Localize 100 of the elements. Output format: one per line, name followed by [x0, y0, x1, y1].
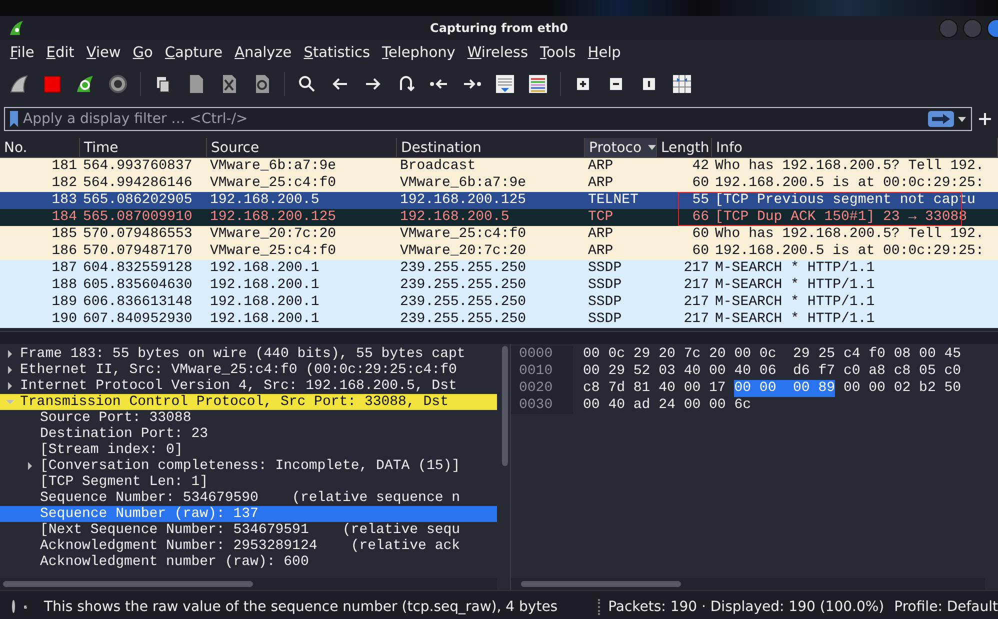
tree-item[interactable]: Acknowledgment number (raw): 600	[0, 554, 497, 570]
packet-row[interactable]: 182 564.994286146 VMware_25:c4:f0 VMware_6b:a7:9e ARP 60 192.168.200.5 is at 00:0c:29:25:	[0, 175, 998, 192]
tree-item[interactable]: Ethernet II, Src: VMware_25:c4:f0 (00:0c:29:25:c4:f0	[0, 362, 497, 378]
table-cell-text: 188	[50, 277, 78, 294]
packet-row[interactable]: 189 606.836613148 192.168.200.1 239.255.255.250 SSDP 217 M-SEARCH * HTTP/1.1	[0, 294, 998, 311]
table-cell-text: 192.168.200.5 is at 00:0c:29:25:	[714, 243, 985, 260]
table-cell-text: 607.840952930	[82, 311, 194, 328]
shark-fin-icon[interactable]	[8, 73, 30, 95]
apply-filter-button[interactable]	[928, 111, 954, 127]
display-filter-input[interactable]: Apply a display filter … <Ctrl-/>	[23, 111, 928, 127]
selected-bytes[interactable]: 00 00 00 89	[734, 380, 836, 397]
packet-row[interactable]: 181 564.993760837 VMware_6b:a7:9e Broadcast ARP 42 Who has 192.168.200.5? Tell 192.	[0, 158, 998, 175]
column-header[interactable]: Time	[80, 138, 207, 157]
table-cell-text: 192.168.200.1	[209, 277, 320, 294]
table-cell-text: 66	[691, 209, 710, 226]
table-cell-text: 183	[50, 192, 78, 209]
menu-item[interactable]: Statistics	[298, 45, 376, 61]
tree-item[interactable]: [Next Sequence Number: 534679591 (relative sequ	[0, 522, 497, 538]
table-cell-text: 239.255.255.250	[399, 260, 528, 277]
table-cell-text: 192.168.200.5	[399, 209, 510, 226]
column-header[interactable]: Length	[657, 138, 712, 157]
table-cell-text: 192.168.200.1	[209, 260, 320, 277]
menu-item[interactable]: Edit	[40, 45, 80, 61]
tree-item[interactable]: Internet Protocol Version 4, Src: 192.168.200.5, Dst	[0, 378, 497, 394]
table-cell-text: 606.836613148	[82, 294, 194, 311]
table-cell-text: VMware_20:7c:20	[209, 226, 338, 243]
table-cell-text: SSDP	[587, 277, 623, 294]
expand-arrow-icon[interactable]	[6, 350, 14, 358]
filter-field[interactable]: Apply a display filter … <Ctrl-/>	[4, 107, 972, 131]
table-cell-text: 192.168.200.1	[209, 311, 320, 328]
tree-item[interactable]: Transmission Control Protocol, Src Port: 33088, Dst	[0, 394, 497, 410]
packet-row[interactable]: 187 604.832559128 192.168.200.1 239.255.255.250 SSDP 217 M-SEARCH * HTTP/1.1	[0, 260, 998, 277]
menu-item[interactable]: Wireless	[461, 45, 534, 61]
status-indicator-icon[interactable]	[12, 600, 15, 613]
tree-item[interactable]: [Stream index: 0]	[0, 442, 497, 458]
expand-arrow-icon[interactable]	[6, 382, 14, 390]
tree-item[interactable]: [TCP Segment Len: 1]	[0, 474, 497, 490]
stop-icon[interactable]	[41, 73, 63, 95]
tree-item[interactable]: Source Port: 33088	[0, 410, 497, 426]
tree-item[interactable]: [Conversation completeness: Incomplete, DATA (15)]	[0, 458, 497, 474]
table-cell-text: 605.835604630	[82, 277, 194, 294]
tree-item[interactable]: Frame 183: 55 bytes on wire (440 bits), 55 bytes capt	[0, 346, 497, 362]
tree-item[interactable]: Destination Port: 23	[0, 426, 497, 442]
add-filter-button-icon[interactable]	[978, 112, 992, 126]
menu-item[interactable]: Tools	[534, 45, 582, 61]
colorize-icon[interactable]	[527, 73, 549, 95]
table-cell-text: 60	[691, 226, 710, 243]
tree-item[interactable]: Sequence Number (raw): 137	[0, 506, 497, 522]
table-cell-text: 42	[691, 158, 710, 175]
horizontal-scrollbar[interactable]	[0, 578, 497, 590]
status-message: This shows the raw value of the sequence number (tcp.seq_raw), 4 bytes	[44, 598, 558, 614]
window-title: Capturing from eth0	[429, 21, 569, 35]
column-header[interactable]: Protoco	[585, 138, 657, 157]
packet-count: Packets: 190 · Displayed: 190 (100.0%)	[608, 598, 884, 614]
column-header[interactable]: Info	[712, 138, 998, 157]
packet-row[interactable]: 190 607.840952930 192.168.200.1 239.255.255.250 SSDP 217 M-SEARCH * HTTP/1.1	[0, 311, 998, 328]
hex-bytes[interactable]: 00 40 ad 24 00 00 6c	[583, 397, 752, 414]
column-header[interactable]: Source	[207, 138, 397, 157]
table-cell-text: 192.168.200.1	[209, 294, 320, 311]
hex-bytes[interactable]: 00 0c 29 20 7c 20 00 0c 29 25 c4 f0 08 00 45	[583, 346, 962, 363]
table-cell-text: 564.993760837	[82, 158, 194, 175]
packet-row[interactable]: 188 605.835604630 192.168.200.1 239.255.255.250 SSDP 217 M-SEARCH * HTTP/1.1	[0, 277, 998, 294]
byte-offset: 0010	[511, 363, 573, 380]
table-cell-text: VMware_25:c4:f0	[209, 243, 338, 260]
table-cell-text: ARP	[587, 226, 614, 243]
table-cell-text: 217	[682, 260, 710, 277]
table-cell-text: VMware_6b:a7:9e	[399, 175, 528, 192]
tree-item[interactable]: Acknowledgment Number: 2953289124 (relative ack	[0, 538, 497, 554]
menu-item[interactable]: Analyze	[228, 45, 298, 61]
hex-bytes[interactable]: 00 00 02 b2 50	[843, 380, 962, 397]
table-cell-text: M-SEARCH * HTTP/1.1	[714, 311, 876, 328]
vertical-scrollbar[interactable]	[502, 346, 508, 466]
restart-icon[interactable]	[74, 73, 96, 95]
menu-item[interactable]: File	[4, 45, 40, 61]
hex-bytes[interactable]: 00 29 52 03 40 00 40 06 d6 f7 c0 a8 c8 05 c0	[583, 363, 962, 380]
table-cell-text: 604.832559128	[82, 260, 194, 277]
profile-label[interactable]: Profile: Default	[894, 598, 998, 614]
menu-item[interactable]: Help	[582, 45, 627, 61]
tree-item[interactable]: Sequence Number: 534679590 (relative sequence n	[0, 490, 497, 506]
menu-item[interactable]: Telephony	[376, 45, 462, 61]
bookmark-icon	[9, 110, 19, 128]
resize-columns-icon[interactable]	[671, 73, 693, 95]
expand-arrow-icon[interactable]	[6, 366, 14, 374]
expand-arrow-icon[interactable]	[26, 462, 34, 470]
column-header[interactable]: No.	[0, 138, 80, 157]
menu-item[interactable]: Capture	[158, 45, 229, 61]
autoscroll-icon[interactable]	[494, 73, 516, 95]
menu-item[interactable]: Go	[126, 45, 159, 61]
dropdown-caret-icon[interactable]	[958, 116, 966, 122]
menu-item[interactable]: View	[80, 45, 127, 61]
packet-row[interactable]: 185 570.079486553 VMware_20:7c:20 VMware_25:c4:f0 ARP 60 Who has 192.168.200.5? Tell 192.	[0, 226, 998, 243]
table-cell-text: 217	[682, 294, 710, 311]
packet-row[interactable]: 186 570.079487170 VMware_25:c4:f0 VMware_20:7c:20 ARP 60 192.168.200.5 is at 00:0c:29:25:	[0, 243, 998, 260]
table-cell-text: VMware_20:7c:20	[399, 243, 528, 260]
gear-icon[interactable]	[107, 73, 129, 95]
table-cell-text: 565.086202905	[82, 192, 194, 209]
horizontal-scrollbar[interactable]	[511, 578, 985, 590]
hex-bytes[interactable]: c8 7d 81 40 00 17	[583, 380, 726, 397]
table-cell-text: 181	[50, 158, 78, 175]
table-cell-text: TCP	[587, 209, 614, 226]
